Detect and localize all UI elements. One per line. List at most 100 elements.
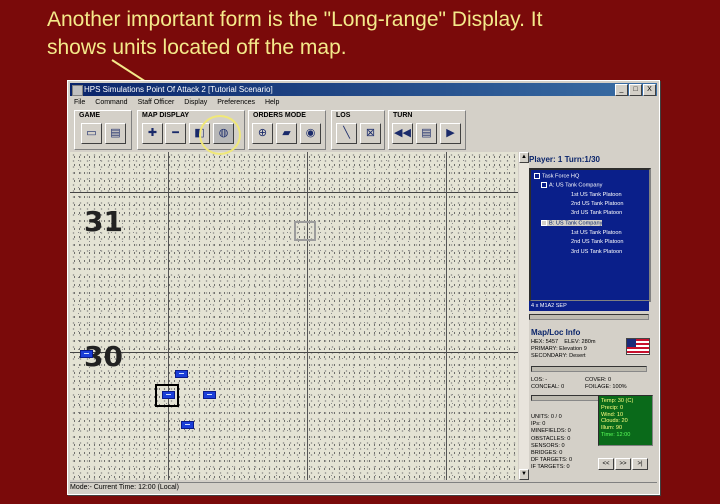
sensors-count: SENSORS: 0 [531,442,565,449]
save-icon-button[interactable]: ▤ [105,123,126,144]
menu-preferences[interactable]: Preferences [217,97,255,108]
los-value: LOS: - [531,377,548,383]
minimize-button[interactable]: _ [615,84,628,96]
collapse-box-icon[interactable] [534,173,540,179]
tree-node[interactable]: 3rd US Tank Platoon [571,210,622,216]
selected-unit-line: 4 x M1A2 SEP [529,301,649,311]
weather-box: Temp: 30 (C) Precip: 0 Wind: 10 Clouds: … [598,395,653,446]
end-turn-button[interactable]: ▶ [440,123,461,144]
app-window: HPS Simulations Point Of Attack 2 [Tutor… [67,80,660,495]
illum-value: Illum: 90 [601,425,623,432]
collapse-box-icon[interactable] [541,220,547,226]
tank-unit[interactable] [203,391,216,399]
tree-node[interactable]: 2nd US Tank Platoon [571,201,623,207]
orders-map-button[interactable]: ▰ [276,123,297,144]
cover-value: COVER: 0 [585,377,612,383]
menu-command[interactable]: Command [95,97,127,108]
foilage-value: FOILAGE: 100% [585,384,627,390]
toolbar-group-label: MAP DISPLAY [142,112,190,119]
next-button[interactable]: >> [615,458,631,470]
hex-contents-list: UNITS: 0 / 0 IPs: 0 MINEFIELDS: 0 OBSTAC… [531,414,572,472]
rewind-button[interactable]: ◀◀ [392,123,413,144]
zoom-out-button[interactable]: ━ [165,123,186,144]
divider [529,314,649,320]
map-loc-info-title: Map/Loc Info [531,328,581,337]
df-targets-count: DF TARGETS: 0 [531,457,573,464]
player-turn-label: Player: 1 Turn:1/30 [529,155,600,164]
units-count: UNITS: 0 / 0 [531,414,562,420]
precip-value: Precip: 0 [601,404,624,411]
terrain-info: LOS: - CONCEAL: 0 COVER: 0 FOILAGE: 100% [531,377,627,391]
app-icon [72,85,83,96]
tree-label: 2nd US Tank Platoon [571,201,624,207]
hex-cursor [294,221,316,241]
wind-value: Wind: 10 [601,411,624,418]
elev-value: ELEV: 280m [564,339,596,345]
menu-staff-officer[interactable]: Staff Officer [138,97,175,108]
menu-bar: File Command Staff Officer Display Prefe… [70,97,279,108]
weather-time: Time: 12:00 [601,431,631,438]
grid-line [70,192,518,193]
secondary-value: SECONDARY: Desert [531,352,586,359]
tree-node[interactable]: A: US Tank Company [541,182,602,188]
window-icon-button[interactable]: ▭ [81,123,102,144]
info-panel: Player: 1 Turn:1/30 Task Force HQ A: US … [526,152,656,480]
crosshair-button[interactable]: ⊕ [252,123,273,144]
selection-box [155,384,179,407]
divider [531,366,647,372]
maximize-button[interactable]: □ [629,84,642,96]
zoom-in-button[interactable]: ✚ [142,123,163,144]
tree-node[interactable]: 3rd US Tank Platoon [571,249,622,255]
tree-node[interactable]: 2nd US Tank Platoon [571,239,623,245]
callout-highlight-circle [199,115,241,155]
tree-label: 3rd US Tank Platoon [571,210,623,216]
toolbar-group-game: GAME ▭ ▤ [74,110,132,150]
clouds-value: Clouds: 20 [601,418,628,425]
tree-node[interactable]: Task Force HQ [534,173,579,179]
obstacles-count: OBSTACLES: 0 [531,435,571,442]
grid-line [70,352,518,353]
tree-node[interactable]: 1st US Tank Platoon [571,230,622,236]
hex-info: HEX: 5457 ELEV: 280m PRIMARY: Elevation … [531,339,595,359]
tree-label: A: US Tank Company [549,182,603,189]
us-flag-icon [626,338,650,355]
primary-value: PRIMARY: Elevation 9 [531,345,587,352]
tree-label: 1st US Tank Platoon [571,230,622,236]
close-button[interactable]: X [643,84,656,96]
tank-unit[interactable] [181,421,194,429]
toolbar-group-turn: TURN ◀◀ ▤ ▶ [388,110,466,150]
unit-tree[interactable]: Task Force HQ A: US Tank Company 1st US … [529,168,651,302]
toolbar-group-label: GAME [79,112,100,119]
hex-value: HEX: 5457 [531,339,559,345]
tree-label: Task Force HQ [542,173,580,180]
toolbar-group-orders-mode: ORDERS MODE ⊕ ▰ ◉ [248,110,326,150]
grid-line [168,152,169,480]
menu-file[interactable]: File [74,97,85,108]
game-map[interactable]: 31 30 [70,152,518,480]
status-bar: Mode:- Current Time: 12:00 (Local) [70,482,657,493]
tree-label: 2nd US Tank Platoon [571,239,624,245]
stop-button[interactable]: ◉ [300,123,321,144]
los-line-button[interactable]: ╲ [336,123,357,144]
last-button[interactable]: >| [632,458,648,470]
collapse-box-icon[interactable] [541,182,547,188]
prev-button[interactable]: << [598,458,614,470]
tree-node-selected[interactable]: B: US Tank Company [541,220,603,227]
toolbar-group-label: ORDERS MODE [253,112,306,119]
toolbar: GAME ▭ ▤ MAP DISPLAY ✚ ━ ◧ ◍ ORDERS MODE… [70,110,657,150]
tank-unit[interactable] [175,370,188,378]
menu-display[interactable]: Display [184,97,207,108]
tree-label: B: US Tank Company [549,220,603,227]
tree-node[interactable]: 1st US Tank Platoon [571,192,622,198]
los-clear-button[interactable]: ⊠ [360,123,381,144]
turn-report-button[interactable]: ▤ [416,123,437,144]
toolbar-group-los: LOS ╲ ⊠ [331,110,385,150]
menu-help[interactable]: Help [265,97,279,108]
tree-label: 3rd US Tank Platoon [571,249,623,255]
conceal-value: CONCEAL: 0 [531,384,565,390]
tree-label: 1st US Tank Platoon [571,192,622,198]
map-row-label-31: 31 [84,205,123,238]
tank-unit[interactable] [80,350,93,358]
title-bar[interactable]: HPS Simulations Point Of Attack 2 [Tutor… [70,83,657,96]
bridges-count: BRIDGES: 0 [531,450,563,457]
